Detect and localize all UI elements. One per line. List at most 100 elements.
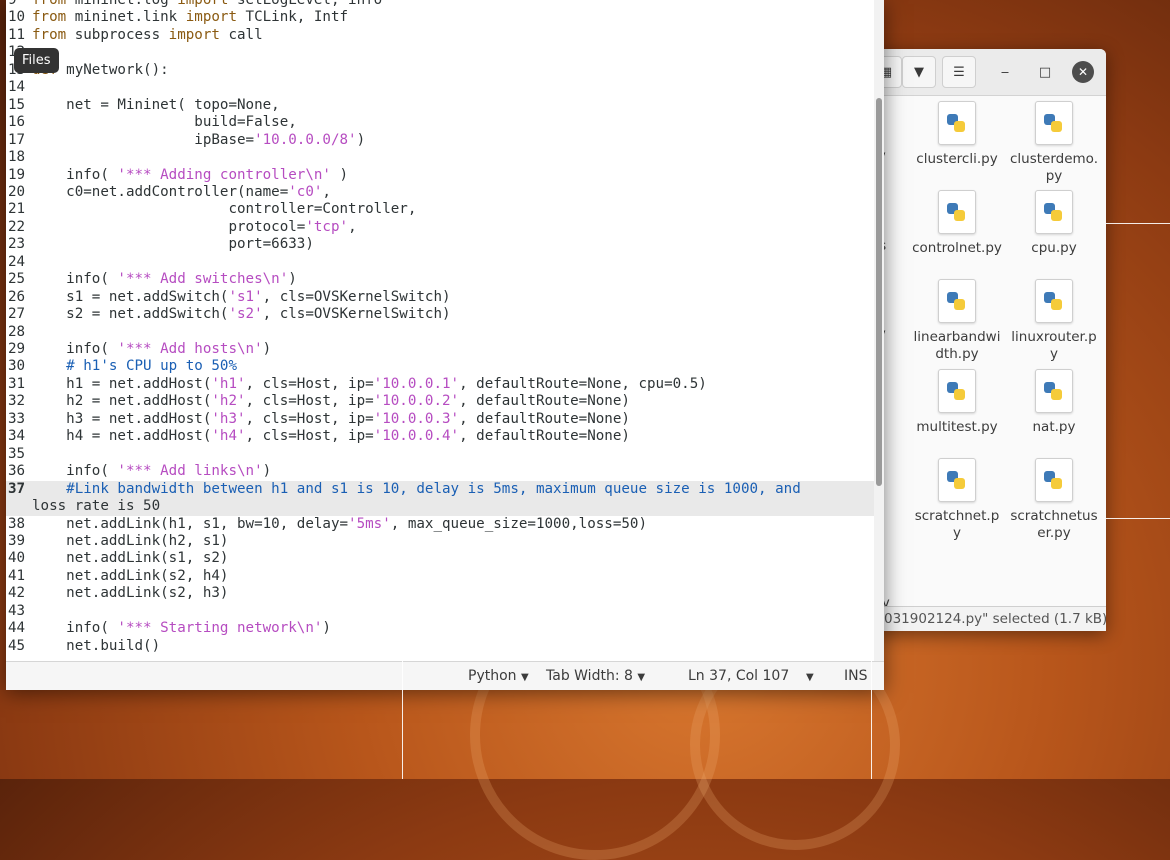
code-line[interactable]: 14 (6, 79, 874, 97)
code-line[interactable]: 18 (6, 149, 874, 167)
editor-statusbar: Python ▼ Tab Width: 8 ▼ Ln 37, Col 107 ▼… (6, 661, 884, 690)
file-item[interactable]: linearbandwidth.py (912, 279, 1002, 363)
code-line[interactable]: 38 net.addLink(h1, s1, bw=10, delay='5ms… (6, 516, 874, 534)
code-line[interactable]: 27 s2 = net.addSwitch('s2', cls=OVSKerne… (6, 306, 874, 324)
code-line[interactable]: 9 from mininet.log import setLogLevel, in… (6, 0, 874, 10)
tab-width-selector[interactable]: Tab Width: 8 ▼ (546, 668, 645, 684)
file-item[interactable]: nat.py (1009, 369, 1099, 436)
cursor-position[interactable]: Ln 37, Col 107 (688, 668, 789, 684)
line-number: 10 (8, 9, 26, 26)
menu-button[interactable]: ☰ (942, 56, 976, 88)
code-line[interactable]: 23 port=6633) (6, 236, 874, 254)
code-line[interactable]: 33 h3 = net.addHost('h3', cls=Host, ip='… (6, 411, 874, 429)
code-line[interactable]: 26 s1 = net.addSwitch('s1', cls=OVSKerne… (6, 289, 874, 307)
code-text: net.addLink(h1, s1, bw=10, delay='5ms', … (32, 515, 648, 532)
code-line[interactable]: 16 build=False, (6, 114, 874, 132)
code-line[interactable]: 19 info( '*** Adding controller\n' ) (6, 167, 874, 185)
code-line[interactable]: 29 info( '*** Add hosts\n') (6, 341, 874, 359)
code-text: s1 = net.addSwitch('s1', cls=OVSKernelSw… (32, 288, 451, 305)
language-selector[interactable]: Python ▼ (468, 668, 529, 684)
code-line[interactable]: 32 h2 = net.addHost('h2', cls=Host, ip='… (6, 393, 874, 411)
maximize-button[interactable]: □ (1034, 61, 1056, 83)
file-item[interactable]: scratchnet.py (912, 458, 1002, 542)
code-line[interactable]: 25 info( '*** Add switches\n') (6, 271, 874, 289)
file-item[interactable]: scratchnetuser.py (1009, 458, 1099, 542)
code-line[interactable]: 40 net.addLink(s1, s2) (6, 550, 874, 568)
grid-line (1106, 223, 1170, 224)
python-file-icon (1035, 190, 1073, 234)
file-item[interactable]: cpu.py (1009, 190, 1099, 257)
code-line[interactable]: 43 (6, 603, 874, 621)
hamburger-icon: ☰ (953, 64, 965, 80)
line-number: 40 (8, 550, 26, 567)
code-text: net.addLink(s2, h3) (32, 585, 229, 602)
line-number: 9 (8, 0, 17, 8)
code-line[interactable]: 42 net.addLink(s2, h3) (6, 585, 874, 603)
code-text: info( '*** Starting network\n') (32, 620, 331, 637)
close-icon: ✕ (1077, 65, 1089, 79)
line-number: 20 (8, 183, 26, 200)
code-line[interactable]: 35 (6, 446, 874, 464)
code-line[interactable]: 39 net.addLink(h2, s1) (6, 533, 874, 551)
line-number: 44 (8, 620, 26, 637)
code-line[interactable]: 44 info( '*** Starting network\n') (6, 620, 874, 638)
python-file-icon (938, 369, 976, 413)
line-number: 29 (8, 341, 26, 357)
line-number: 11 (8, 26, 26, 43)
code-line[interactable]: 12 (6, 44, 874, 62)
code-line[interactable]: 30 # h1's CPU up to 50% (6, 358, 874, 376)
line-number: 18 (8, 149, 26, 166)
line-number: 22 (8, 218, 26, 235)
code-text: controller=Controller, (32, 201, 417, 218)
code-line[interactable]: 17 ipBase='10.0.0.0/8') (6, 132, 874, 150)
view-options-button[interactable]: ▼ (902, 56, 936, 88)
code-line[interactable]: 34 h4 = net.addHost('h4', cls=Host, ip='… (6, 428, 874, 446)
position-menu-button[interactable]: ▼ (806, 668, 814, 684)
code-line[interactable]: 11 from subprocess import call (6, 27, 874, 45)
file-item[interactable]: controlnet.py (912, 190, 1002, 257)
selection-status: 031902124.py" selected (1.7 kB) (872, 606, 1106, 631)
code-line[interactable]: 10 from mininet.link import TCLink, Intf (6, 9, 874, 27)
scrollbar-thumb[interactable] (876, 98, 882, 486)
code-text: info( '*** Add hosts\n') (32, 341, 272, 357)
code-text: h2 = net.addHost('h2', cls=Host, ip='10.… (32, 393, 630, 410)
file-item[interactable]: linuxrouter.py (1009, 279, 1099, 363)
minimize-icon: ‒ (1000, 64, 1010, 80)
file-item[interactable]: clustercli.py (912, 101, 1002, 168)
file-item[interactable]: multitest.py (912, 369, 1002, 436)
close-button[interactable]: ✕ (1072, 61, 1094, 83)
code-text: info( '*** Add links\n') (32, 463, 272, 480)
minimize-button[interactable]: ‒ (994, 61, 1016, 83)
line-number: 28 (8, 323, 26, 340)
code-line[interactable]: 20 c0=net.addController(name='c0', (6, 184, 874, 202)
code-line[interactable]: 37 #Link bandwidth between h1 and s1 is … (6, 480, 874, 499)
code-line[interactable]: 41 net.addLink(s2, h4) (6, 568, 874, 586)
line-number: 15 (8, 96, 26, 113)
chevron-down-icon: ▼ (637, 672, 646, 683)
file-name: clusterdemo.py (1009, 151, 1098, 184)
file-item[interactable]: clusterdemo.py (1009, 101, 1099, 185)
insert-mode-indicator[interactable]: INS (844, 668, 868, 684)
line-number: 45 (8, 637, 26, 654)
maximize-icon: □ (1038, 64, 1052, 80)
code-text: h1 = net.addHost('h1', cls=Host, ip='10.… (32, 375, 707, 392)
code-line[interactable]: 36 info( '*** Add links\n') (6, 463, 874, 481)
code-view[interactable]: 9 from mininet.log import setLogLevel, in… (6, 0, 874, 661)
code-line[interactable]: 45 net.build() (6, 638, 874, 656)
line-number: 25 (8, 271, 26, 288)
code-line[interactable]: loss rate is 50 (6, 498, 874, 516)
vertical-scrollbar[interactable] (874, 0, 884, 661)
python-file-icon (1035, 458, 1073, 502)
code-line[interactable]: 24 (6, 254, 874, 272)
code-line[interactable]: 31 h1 = net.addHost('h1', cls=Host, ip='… (6, 376, 874, 394)
code-line[interactable]: 28 (6, 324, 874, 342)
code-line[interactable]: 21 controller=Controller, (6, 201, 874, 219)
code-line[interactable]: 13def myNetwork(): (6, 62, 874, 80)
code-line[interactable]: 15 net = Mininet( topo=None, (6, 97, 874, 115)
line-number: 23 (8, 236, 26, 253)
code-line[interactable]: 22 protocol='tcp', (6, 219, 874, 237)
file-name: nat.py (1032, 419, 1076, 435)
python-file-icon (938, 458, 976, 502)
file-name: scratchnetuser.py (1010, 508, 1098, 541)
chevron-down-icon: ▼ (806, 672, 814, 683)
